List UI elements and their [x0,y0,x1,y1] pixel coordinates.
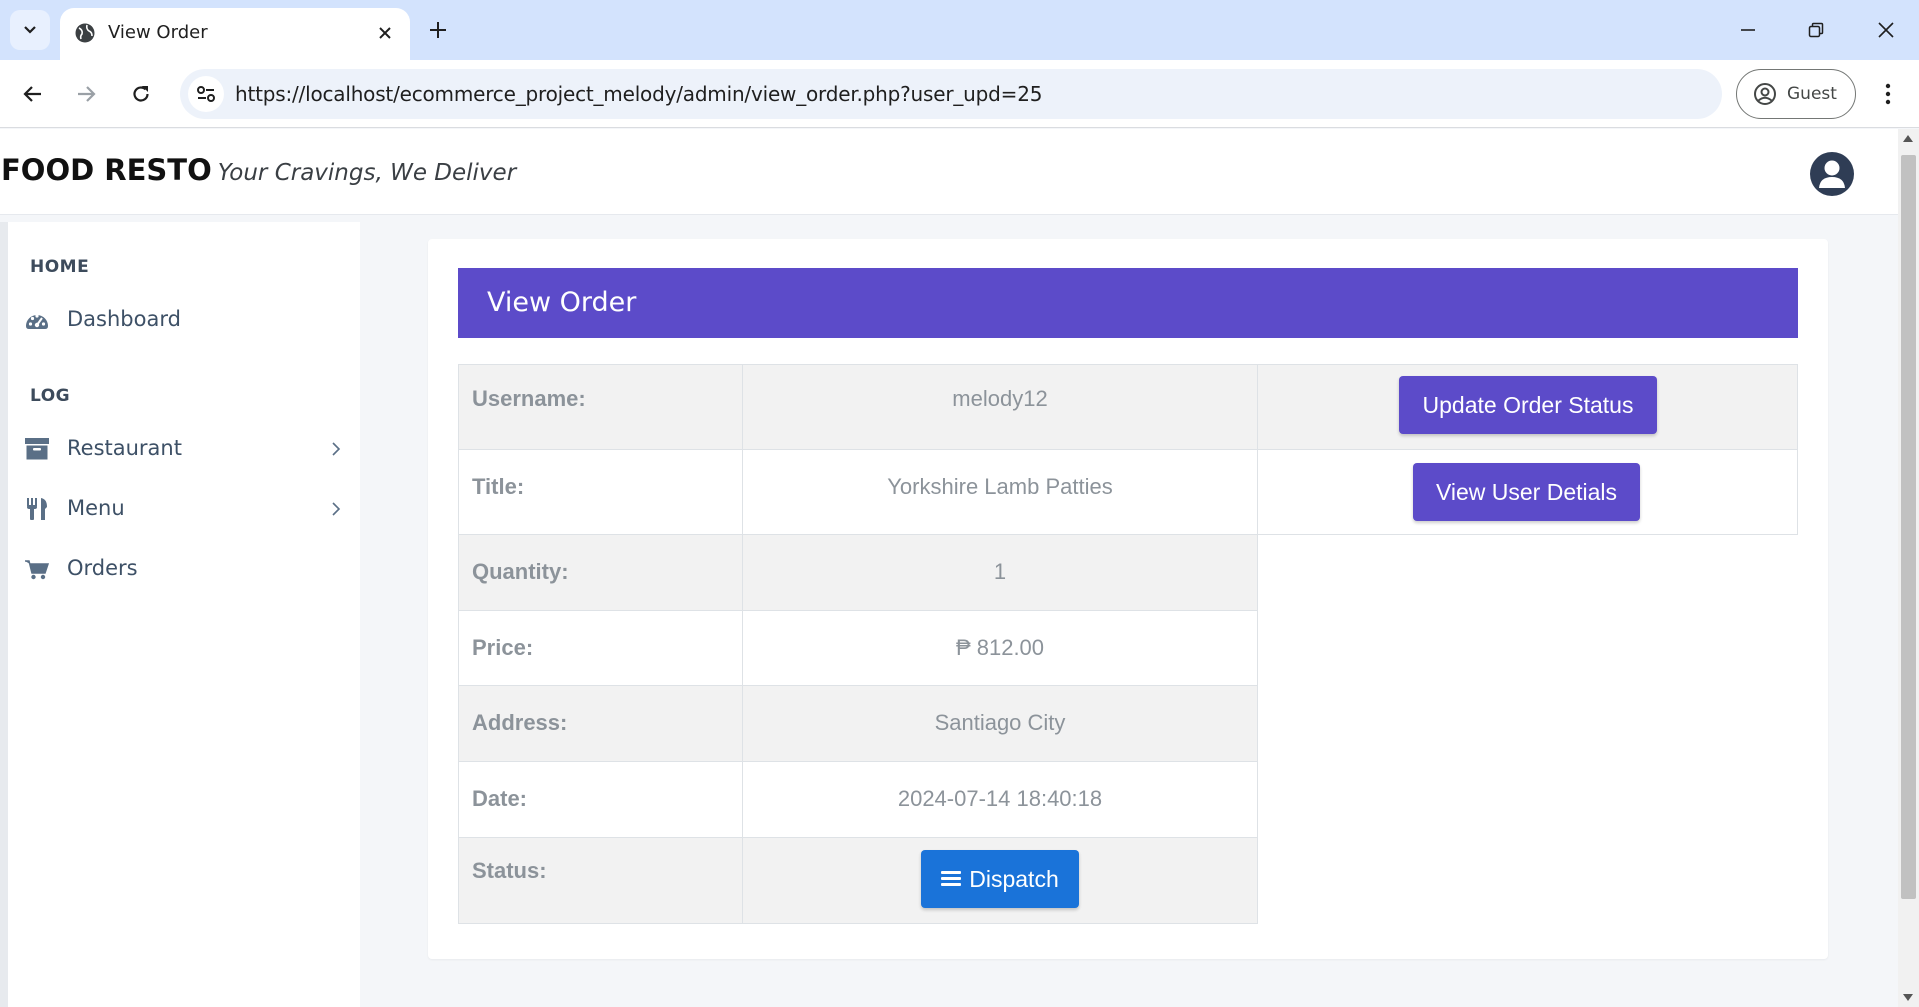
reload-icon [133,86,149,102]
minimize-icon [1741,29,1755,31]
order-label-cell: Status: [458,837,743,924]
window-close-button[interactable] [1858,8,1914,52]
new-tab-button[interactable] [420,12,456,48]
sidebar-item-menu[interactable]: Menu [8,487,360,531]
username-label: Username: [472,386,586,411]
address-label: Address: [472,710,568,735]
browser-menu-button[interactable] [1870,74,1906,114]
tab-view-order[interactable]: View Order [60,8,410,60]
browser-tab-strip: View Order [0,0,1919,60]
order-label-cell: Address: [458,685,743,762]
sidebar-item-orders[interactable]: Orders [8,547,360,591]
site-info-button[interactable] [188,76,224,112]
order-label-cell: Title: [458,449,743,535]
card-header: View Order [458,268,1798,338]
view-order-card: View Order Username: melody12 Update Ord… [428,239,1828,959]
scroll-up-arrow[interactable] [1903,135,1913,142]
scroll-down-arrow[interactable] [1903,994,1913,1001]
status-dispatch-button[interactable]: Dispatch [921,850,1079,908]
page-viewport: FOOD RESTO Your Cravings, We Deliver HOME… [0,129,1898,1007]
account-circle-icon [1754,83,1776,105]
profile-button[interactable]: Guest [1736,69,1856,119]
order-action-cell: View User Detials [1257,449,1798,535]
date-label: Date: [472,786,528,811]
back-button[interactable] [12,73,54,115]
order-value-cell: Dispatch [742,837,1258,924]
close-icon [379,27,391,39]
order-label-cell: Price: [458,610,743,686]
plus-icon [430,22,446,38]
chevron-right-icon [332,502,341,516]
scroll-thumb[interactable] [1901,155,1916,899]
tune-icon [197,86,215,102]
tab-title: View Order [108,22,208,43]
sidebar-section-log: LOG [30,386,71,406]
status-label: Status: [472,858,547,883]
more-vert-icon [1885,83,1891,105]
archive-icon [25,438,49,460]
chevron-right-icon [332,442,341,456]
price-value: ₱ 812.00 [955,635,1045,660]
tachometer-icon [26,314,48,329]
brand-name: FOOD RESTO [1,153,212,187]
status-value: Dispatch [969,865,1059,892]
quantity-value: 1 [993,559,1007,584]
order-value-cell: ₱ 812.00 [742,610,1258,686]
sidebar-item-label: Restaurant [67,436,182,460]
sidebar-item-label: Orders [67,556,138,580]
chevron-down-icon [24,26,36,34]
globe-icon [75,23,95,43]
address-value: Santiago City [934,710,1066,735]
order-value-cell: Yorkshire Lamb Patties [742,449,1258,535]
brand-tagline: Your Cravings, We Deliver [217,160,517,186]
view-user-details-button[interactable]: View User Detials [1413,463,1640,521]
user-icon [1819,160,1845,188]
order-label-cell: Username: [458,364,743,450]
cutlery-icon [27,498,47,520]
price-label: Price: [472,635,534,660]
sidebar-item-label: Menu [67,496,125,520]
order-value-cell: 2024-07-14 18:40:18 [742,761,1258,838]
brand-logo[interactable]: FOOD RESTO Your Cravings, We Deliver [1,153,516,187]
sidebar-item-label: Dashboard [67,307,181,331]
forward-button[interactable] [65,73,107,115]
title-value: Yorkshire Lamb Patties [887,474,1113,499]
address-bar[interactable]: https://localhost/ecommerce_project_melo… [180,69,1722,119]
order-value-cell: 1 [742,534,1258,611]
order-action-cell: Update Order Status [1257,364,1798,450]
close-icon [1878,22,1894,38]
cart-icon [25,560,50,580]
date-value: 2024-07-14 18:40:18 [897,786,1103,811]
restore-icon [1808,22,1824,38]
app-header: FOOD RESTO Your Cravings, We Deliver [0,129,1898,215]
order-value-cell: Santiago City [742,685,1258,762]
page-scrollbar[interactable] [1898,129,1919,1007]
order-label-cell: Date: [458,761,743,838]
username-value: melody12 [952,386,1048,411]
sidebar: HOME Dashboard LOG Restaurant Menu Order… [0,222,360,1007]
update-order-status-button[interactable]: Update Order Status [1399,376,1657,434]
arrow-right-icon [78,86,96,102]
order-value-cell: melody12 [742,364,1258,450]
title-label: Title: [472,474,525,499]
url-text: https://localhost/ecommerce_project_melo… [235,82,1043,106]
sidebar-item-restaurant[interactable]: Restaurant [8,427,360,471]
quantity-label: Quantity: [472,559,569,584]
order-label-cell: Quantity: [458,534,743,611]
profile-label: Guest [1787,84,1837,104]
tab-close-button[interactable] [372,20,398,46]
sidebar-item-dashboard[interactable]: Dashboard [8,298,360,342]
sidebar-section-home: HOME [30,257,90,277]
arrow-left-icon [23,86,41,102]
card-title: View Order [487,287,637,318]
restore-button[interactable] [1788,8,1844,52]
tab-search-button[interactable] [10,10,50,50]
user-avatar[interactable] [1810,152,1854,196]
browser-toolbar: https://localhost/ecommerce_project_melo… [0,60,1919,128]
minimize-button[interactable] [1720,8,1776,52]
bars-icon [941,871,962,887]
reload-button[interactable] [120,73,162,115]
